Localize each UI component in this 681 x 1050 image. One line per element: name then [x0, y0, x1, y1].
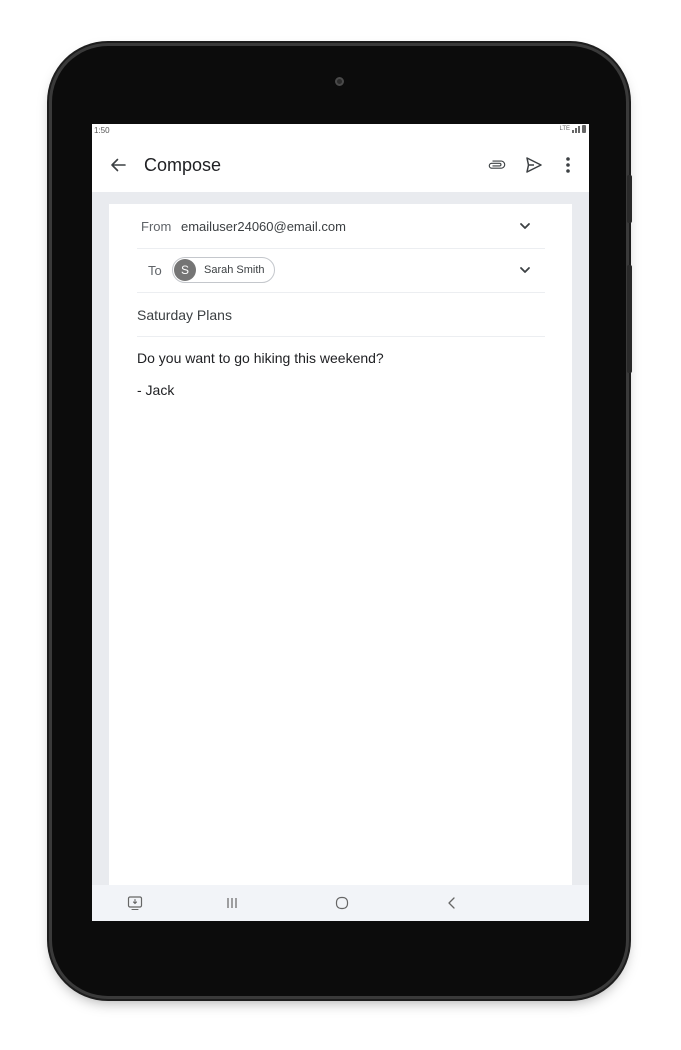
from-row[interactable]: From emailuser24060@email.com — [137, 204, 545, 249]
back-nav-button[interactable] — [442, 893, 462, 913]
chevron-down-icon[interactable] — [519, 264, 531, 276]
attach-button[interactable] — [485, 153, 509, 177]
home-icon — [335, 896, 349, 910]
from-label: From — [141, 219, 172, 234]
send-icon — [526, 157, 542, 173]
signal-icon — [572, 125, 580, 133]
more-vert-icon — [566, 157, 570, 173]
battery-icon — [582, 125, 586, 133]
home-button[interactable] — [332, 893, 352, 913]
from-value: emailuser24060@email.com — [181, 219, 346, 234]
back-button[interactable] — [106, 153, 130, 177]
page-title: Compose — [144, 155, 222, 175]
subject-text: Saturday Plans — [137, 307, 232, 323]
screen: 1:50 LTE Compose From emailuser24060@ema… — [92, 124, 589, 921]
status-time: 1:50 — [94, 126, 110, 135]
send-button[interactable] — [522, 153, 546, 177]
body-line[interactable]: Do you want to go hiking this weekend? — [137, 350, 384, 366]
arrow-back-icon — [111, 158, 126, 172]
more-options-button[interactable] — [556, 153, 580, 177]
body-signature[interactable]: - Jack — [137, 382, 174, 398]
attach-icon — [488, 160, 506, 169]
lte-icon: LTE — [559, 126, 570, 132]
navigation-bar — [92, 885, 589, 921]
subject-field[interactable]: Saturday Plans — [137, 292, 545, 337]
back-nav-icon — [448, 897, 455, 909]
power-button — [627, 175, 632, 223]
recipient-chip[interactable]: S Sarah Smith — [172, 257, 275, 283]
app-bar: Compose — [92, 138, 589, 192]
status-bar: 1:50 LTE — [92, 124, 589, 138]
to-row[interactable]: To S Sarah Smith — [137, 248, 545, 293]
keyboard-switch-icon — [127, 896, 143, 911]
compose-card: From emailuser24060@email.com To S Sarah… — [109, 204, 572, 904]
keyboard-switch-button[interactable] — [125, 893, 145, 913]
recent-apps-icon — [227, 898, 237, 908]
recent-apps-button[interactable] — [222, 893, 242, 913]
recipient-name: Sarah Smith — [204, 264, 265, 276]
to-label: To — [148, 263, 162, 278]
front-camera — [335, 77, 344, 86]
volume-button — [627, 265, 632, 373]
chevron-down-icon[interactable] — [519, 220, 531, 232]
status-icons: LTE — [559, 125, 586, 133]
avatar: S — [174, 259, 196, 281]
